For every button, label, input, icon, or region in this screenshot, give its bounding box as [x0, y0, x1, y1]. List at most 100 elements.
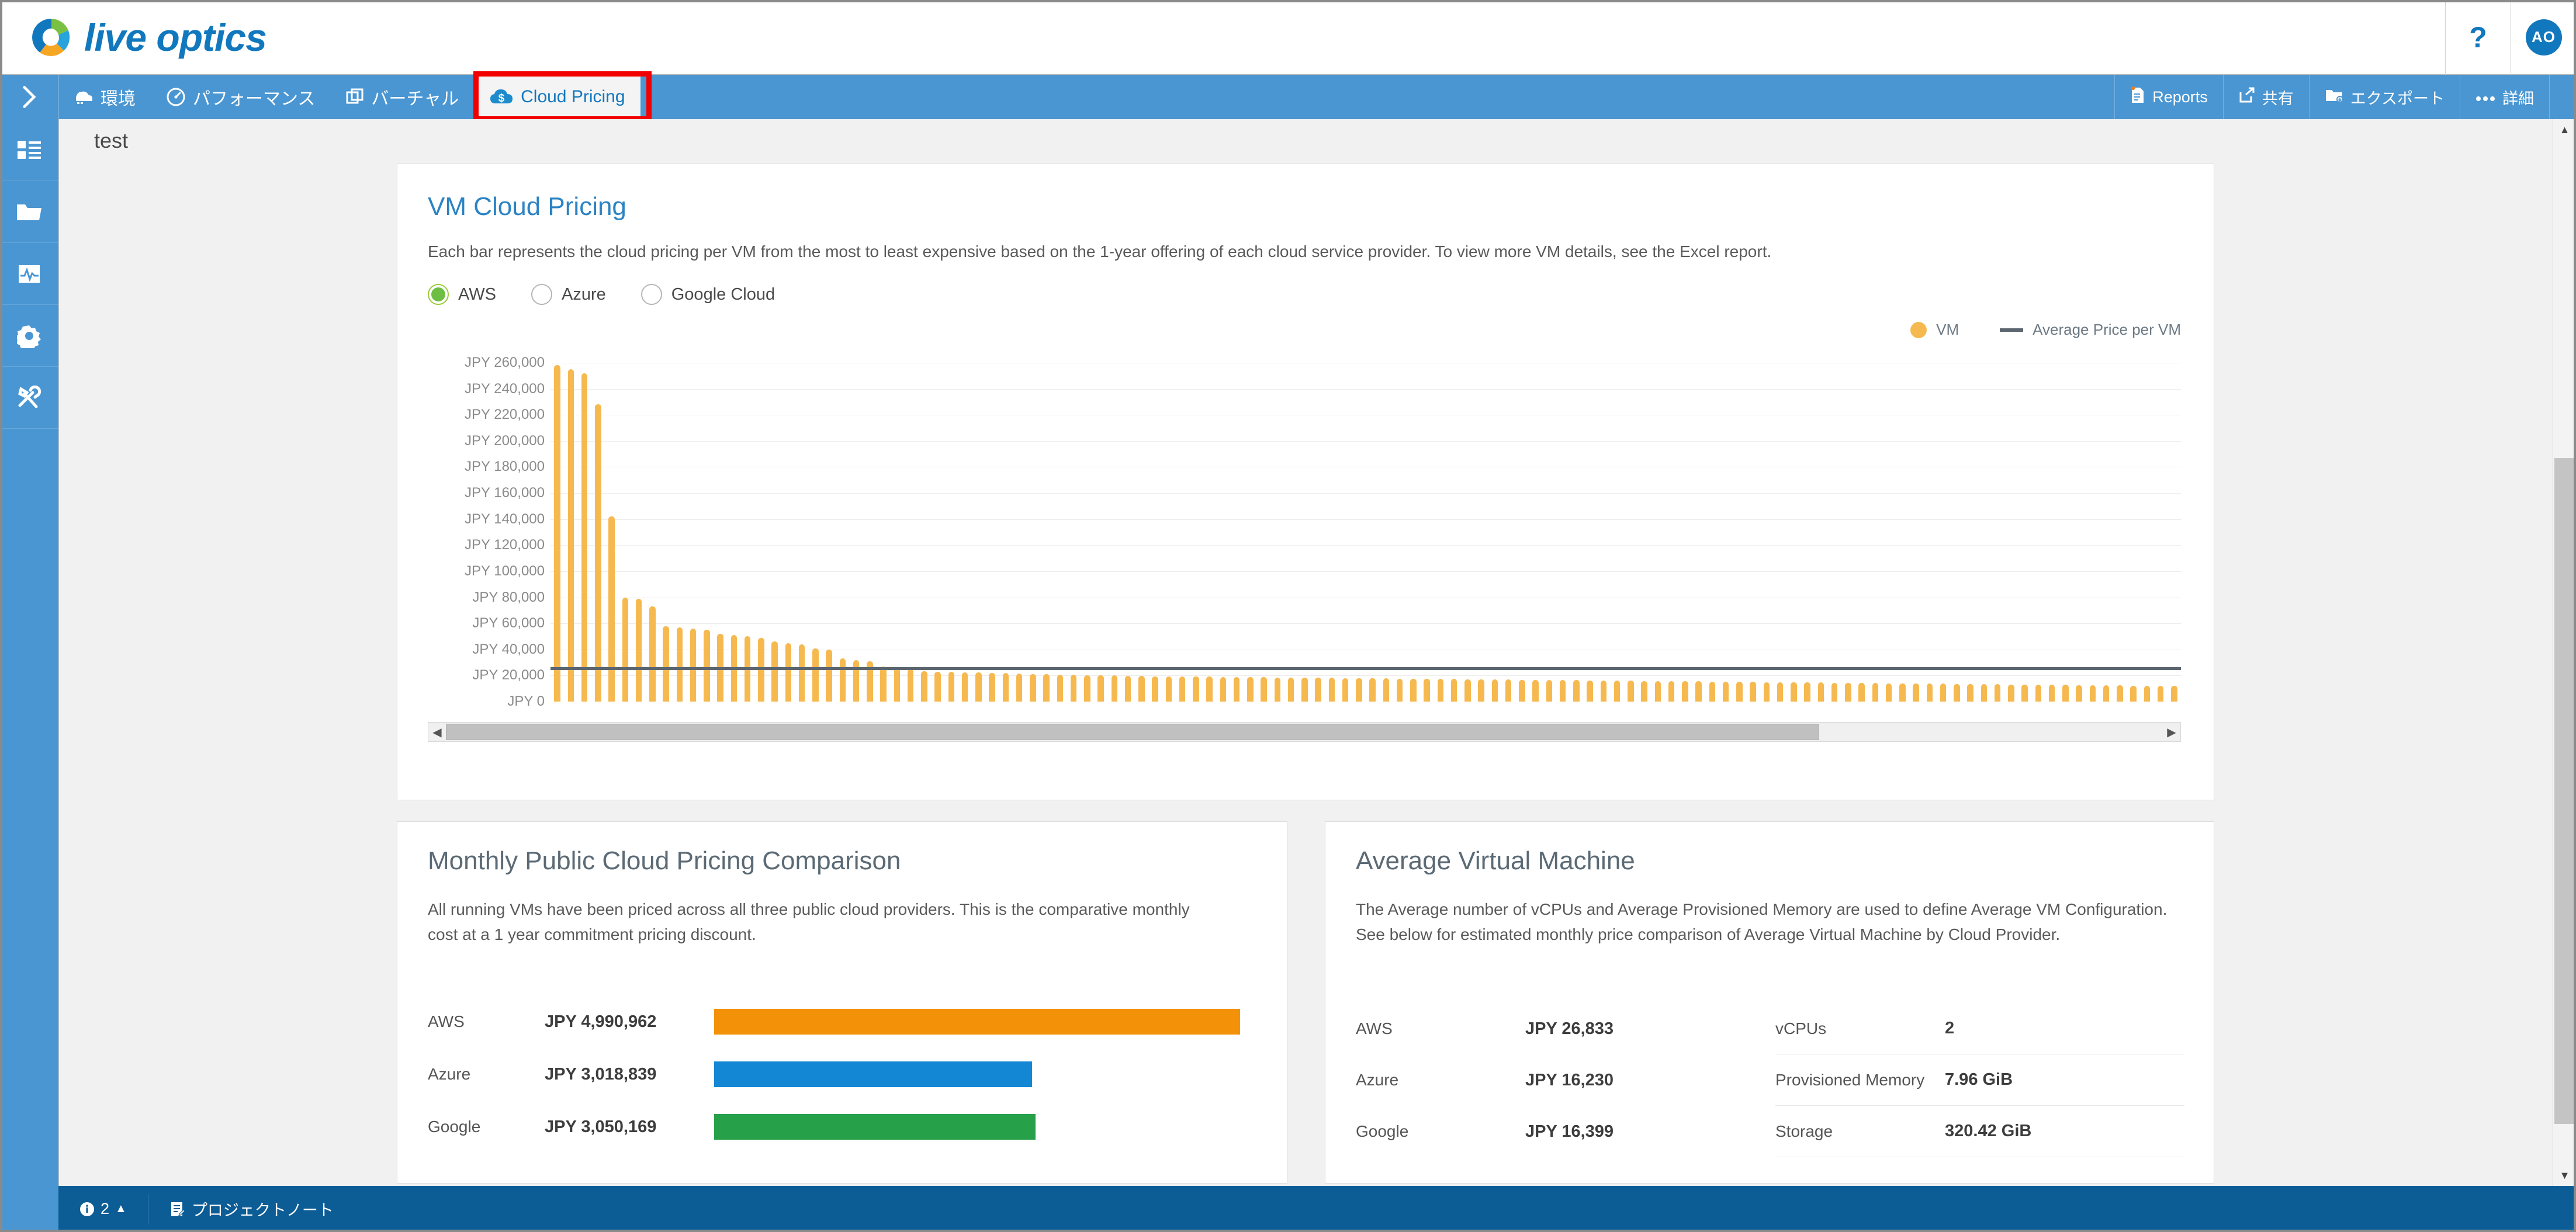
chart-bar[interactable] — [1668, 681, 1675, 702]
vscroll-thumb[interactable] — [2554, 458, 2575, 1124]
chart-bar[interactable] — [1233, 676, 1240, 702]
chart-bar[interactable] — [1301, 677, 1308, 702]
chart-bar[interactable] — [1206, 676, 1213, 702]
chart-bar[interactable] — [1491, 679, 1498, 702]
chart-bar[interactable] — [934, 671, 941, 702]
chart-bar[interactable] — [1858, 683, 1865, 702]
chart-bar[interactable] — [1220, 676, 1227, 702]
chart-bar[interactable] — [1519, 679, 1525, 702]
chart-bar[interactable] — [1967, 683, 1973, 702]
scroll-right-arrow-icon[interactable]: ▶ — [2163, 725, 2180, 740]
sidebar-item-activity[interactable] — [0, 243, 58, 305]
chart-bar[interactable] — [1872, 683, 1879, 702]
chart-bar[interactable] — [1614, 681, 1621, 702]
chart-bar[interactable] — [1804, 682, 1810, 702]
chart-bar[interactable] — [1505, 679, 1512, 702]
chart-bar[interactable] — [812, 648, 819, 702]
chart-bar[interactable] — [1016, 674, 1023, 702]
chart-bar[interactable] — [1981, 684, 1988, 702]
chart-bar[interactable] — [1084, 675, 1090, 702]
chart-bar[interactable] — [1383, 678, 1390, 702]
chart-bar[interactable] — [1287, 677, 1294, 702]
sidebar-expand-button[interactable] — [0, 75, 58, 119]
project-notes-button[interactable]: プロジェクトノート — [147, 1193, 355, 1224]
chart-bar[interactable] — [1600, 680, 1607, 702]
chart-bar[interactable] — [1587, 680, 1593, 702]
chart-bar[interactable] — [1654, 681, 1661, 702]
chart-bar[interactable] — [1369, 678, 1376, 702]
chart-bar[interactable] — [1628, 681, 1634, 702]
radio-aws[interactable]: AWS — [428, 284, 496, 305]
chart-bar[interactable] — [1193, 676, 1199, 702]
scroll-down-arrow-icon[interactable]: ▼ — [2553, 1165, 2576, 1186]
chart-bar[interactable] — [567, 369, 574, 702]
chart-bar[interactable] — [989, 672, 995, 702]
chart-bar[interactable] — [1057, 674, 1064, 702]
chart-bar[interactable] — [1450, 679, 1457, 702]
chart-bar[interactable] — [1315, 678, 1321, 702]
chart-bar[interactable] — [839, 658, 846, 702]
chart-bar[interactable] — [1926, 683, 1933, 702]
chart-bar[interactable] — [1342, 678, 1349, 702]
chart-bar[interactable] — [785, 643, 792, 702]
chart-bar[interactable] — [2008, 684, 2014, 702]
scroll-left-arrow-icon[interactable]: ◀ — [428, 725, 446, 740]
logo[interactable]: live optics — [29, 15, 267, 60]
chart-bar[interactable] — [2021, 684, 2028, 702]
chart-horizontal-scrollbar[interactable]: ◀ ▶ — [428, 722, 2181, 742]
page-vertical-scrollbar[interactable]: ▲ ▼ — [2553, 119, 2576, 1186]
chart-bar[interactable] — [581, 373, 588, 702]
chart-bar[interactable] — [1478, 679, 1484, 702]
sidebar-item-dashboard[interactable] — [0, 119, 58, 181]
chart-bar[interactable] — [1954, 683, 1960, 702]
chart-bar[interactable] — [1396, 678, 1403, 702]
chart-bar[interactable] — [1791, 682, 1797, 702]
chart-bar[interactable] — [894, 668, 901, 702]
chart-bar[interactable] — [975, 672, 982, 702]
chart-bar[interactable] — [907, 669, 914, 702]
chart-bar[interactable] — [1165, 676, 1172, 702]
chart-bar[interactable] — [1817, 682, 1824, 702]
chart-bar[interactable] — [2062, 685, 2069, 702]
chart-bar[interactable] — [1736, 682, 1743, 702]
chart-bar[interactable] — [880, 666, 887, 702]
chart-bar[interactable] — [1464, 679, 1471, 702]
chart-bar[interactable] — [798, 644, 805, 702]
tab-performance[interactable]: パフォーマンス — [151, 75, 330, 119]
chart-bar[interactable] — [1885, 683, 1892, 702]
chart-bar[interactable] — [1994, 684, 2001, 702]
more-button[interactable]: 詳細 — [2460, 75, 2549, 119]
chart-bar[interactable] — [2103, 685, 2110, 702]
chart-bar[interactable] — [826, 649, 832, 702]
chart-bar[interactable] — [1111, 675, 1118, 702]
tab-virtual[interactable]: バーチャル — [330, 75, 474, 119]
chart-bar[interactable] — [1410, 678, 1417, 702]
chart-bar[interactable] — [1940, 683, 1947, 702]
chart-bar[interactable] — [1750, 682, 1756, 702]
chart-bar[interactable] — [1097, 675, 1104, 702]
chart-bar[interactable] — [1845, 682, 1851, 702]
chart-bar[interactable] — [2035, 685, 2042, 702]
chart-bar[interactable] — [771, 641, 778, 702]
chart-bar[interactable] — [1913, 683, 1919, 702]
chart-bar[interactable] — [1682, 681, 1688, 702]
chart-bar[interactable] — [690, 629, 697, 702]
chart-bar[interactable] — [1261, 677, 1267, 702]
chart-bar[interactable] — [1030, 674, 1036, 702]
chart-bar[interactable] — [961, 672, 968, 702]
chart-bar[interactable] — [1573, 680, 1580, 702]
chart-bar[interactable] — [554, 365, 560, 702]
reports-button[interactable]: Reports — [2114, 75, 2223, 119]
chart-bar[interactable] — [1831, 682, 1838, 702]
scroll-track[interactable] — [446, 723, 2163, 741]
chart-bar[interactable] — [1043, 674, 1050, 702]
sidebar-item-tools[interactable] — [0, 367, 58, 429]
chart-bar[interactable] — [1424, 678, 1430, 702]
chart-plot-area[interactable] — [550, 363, 2181, 702]
chart-bar[interactable] — [1709, 681, 1716, 702]
chart-bar[interactable] — [608, 516, 615, 702]
chart-bar[interactable] — [1247, 677, 1254, 702]
chart-bar[interactable] — [2130, 685, 2137, 702]
chart-bar[interactable] — [1274, 677, 1281, 702]
radio-google-cloud[interactable]: Google Cloud — [640, 284, 775, 305]
